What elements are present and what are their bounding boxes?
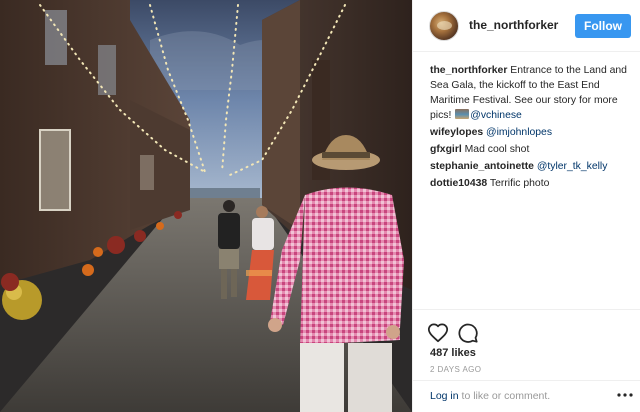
comment-username[interactable]: stephanie_antoinette (430, 161, 534, 172)
comment-text: Terrific photo (489, 178, 550, 189)
more-options-icon (617, 393, 633, 397)
comment-mention[interactable]: @imjohnlopes (486, 127, 552, 138)
post-side-panel: the_northforker Follow the_northforker E… (412, 0, 640, 412)
comment-list: the_northforker Entrance to the Land and… (430, 63, 638, 193)
login-prompt: Log in to like or comment. (430, 390, 550, 402)
list-item: gfxgirl Mad cool shot (430, 142, 638, 157)
add-comment-bar: Log in to like or comment. (413, 380, 640, 412)
login-prompt-text: to like or comment. (458, 390, 551, 402)
photo-illustration (0, 0, 412, 412)
comment-bubble-icon (458, 323, 478, 343)
instagram-post: the_northforker Follow the_northforker E… (0, 0, 640, 412)
like-count[interactable]: 487 likes (430, 347, 476, 359)
follow-button[interactable]: Follow (575, 14, 631, 38)
account-username[interactable]: the_northforker (469, 18, 558, 32)
list-item: wifeylopes @imjohnlopes (430, 125, 638, 140)
comment-text: Mad cool shot (464, 144, 530, 155)
post-actions: 487 likes 2 DAYS AGO (413, 309, 640, 385)
caption: the_northforker Entrance to the Land and… (430, 63, 638, 123)
caption-mention[interactable]: @vchinese (470, 110, 522, 121)
comment-username[interactable]: gfxgirl (430, 144, 462, 155)
comment-button[interactable] (457, 322, 479, 344)
more-options-button[interactable] (615, 385, 635, 405)
comment-username[interactable]: wifeylopes (430, 127, 483, 138)
login-link[interactable]: Log in (430, 390, 459, 402)
list-item: stephanie_antoinette @tyler_tk_kelly (430, 159, 638, 174)
like-button[interactable] (427, 322, 449, 344)
caption-username[interactable]: the_northforker (430, 65, 507, 76)
post-timestamp[interactable]: 2 DAYS AGO (430, 365, 481, 374)
comment-username[interactable]: dottie10438 (430, 178, 487, 189)
post-photo[interactable] (0, 0, 412, 412)
photo-emoji-icon (455, 109, 470, 119)
avatar[interactable] (429, 11, 459, 41)
comment-mention[interactable]: @tyler_tk_kelly (537, 161, 608, 172)
heart-icon (427, 323, 449, 343)
list-item: dottie10438 Terrific photo (430, 176, 638, 191)
post-header: the_northforker Follow (413, 0, 640, 52)
